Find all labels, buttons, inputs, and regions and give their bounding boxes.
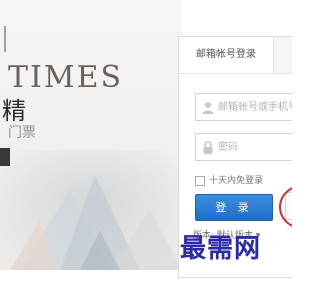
banner-brand-title: TIMES bbox=[8, 60, 124, 95]
username-input[interactable] bbox=[218, 94, 292, 120]
banner-bracket-decoration bbox=[4, 26, 10, 52]
login-button[interactable]: 登 录 bbox=[195, 194, 273, 221]
tab-email-login[interactable]: 邮箱帐号登录 bbox=[179, 37, 274, 73]
annotation-circle bbox=[279, 185, 292, 229]
banner-brand-subtitle: 精 bbox=[2, 97, 26, 125]
tab-other-login[interactable] bbox=[274, 37, 292, 73]
lock-icon bbox=[203, 141, 213, 154]
remember-me-checkbox[interactable] bbox=[195, 176, 205, 186]
password-field[interactable] bbox=[195, 133, 292, 161]
banner-shard-graphic bbox=[10, 175, 182, 270]
promo-banner: TIMES 精 门票 bbox=[0, 0, 182, 270]
username-field[interactable] bbox=[195, 93, 292, 121]
user-icon bbox=[202, 102, 214, 114]
remember-me-label: 十天内免登录 bbox=[209, 176, 264, 186]
remember-me-row[interactable]: 十天内免登录 bbox=[195, 175, 263, 187]
banner-ticket-text: 门票 bbox=[8, 125, 36, 141]
password-input[interactable] bbox=[218, 134, 292, 160]
login-tab-bar: 邮箱帐号登录 bbox=[179, 37, 292, 74]
screenshot-stage: TIMES 精 门票 邮箱帐号登录 邮箱帐号或手机号 十天内免登录 登 录 版本… bbox=[0, 0, 292, 284]
watermark-text: 最需网 bbox=[180, 234, 262, 264]
